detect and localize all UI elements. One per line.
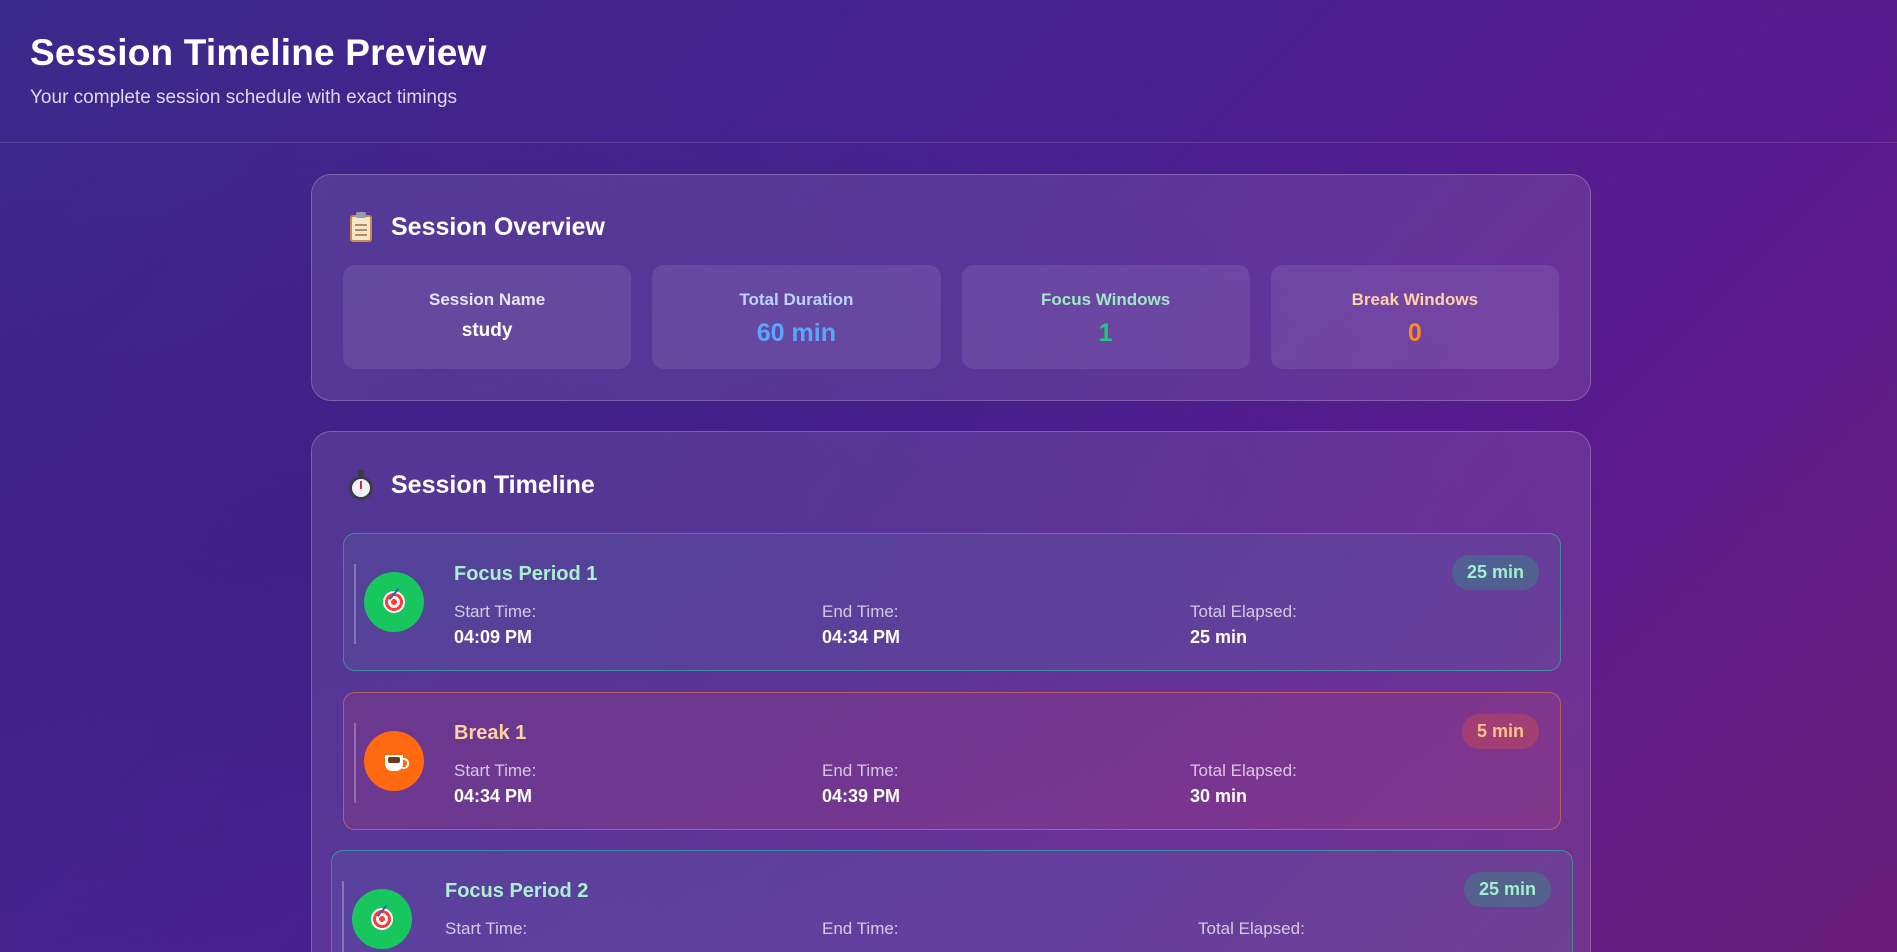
total-elapsed-value: 30 min bbox=[1190, 786, 1248, 806]
stat-focus-windows: Focus Windows 1 bbox=[961, 265, 1250, 369]
start-time-label: Start Time: bbox=[445, 919, 528, 938]
end-time-value: 04:34 PM bbox=[822, 627, 901, 647]
duration-badge: 5 min bbox=[1461, 714, 1539, 749]
stat-value: 0 bbox=[1407, 319, 1422, 347]
end-time: End Time: 04:39 PM bbox=[822, 760, 900, 808]
stat-value: 60 min bbox=[756, 319, 836, 347]
total-elapsed: Total Elapsed: bbox=[1198, 918, 1305, 943]
timeline-period-focus-2[interactable]: Focus Period 2 25 min Start Time: End Ti… bbox=[331, 850, 1573, 952]
period-title: Focus Period 1 bbox=[454, 563, 598, 585]
session-overview-title: Session Overview bbox=[391, 212, 606, 241]
stat-session-name: Session Name study bbox=[343, 265, 632, 369]
total-elapsed: Total Elapsed: 25 min bbox=[1190, 601, 1297, 649]
end-time-label: End Time: bbox=[822, 919, 899, 938]
duration-badge: 25 min bbox=[1451, 555, 1539, 590]
period-title: Focus Period 2 bbox=[445, 880, 589, 902]
period-rail bbox=[354, 723, 356, 803]
stat-break-windows: Break Windows 0 bbox=[1270, 265, 1559, 369]
coffee-icon bbox=[364, 731, 424, 791]
total-elapsed-value: 25 min bbox=[1190, 627, 1248, 647]
page-title: Session Timeline Preview bbox=[30, 32, 487, 73]
start-time-value: 04:34 PM bbox=[454, 786, 533, 806]
stat-label: Break Windows bbox=[1351, 290, 1479, 309]
end-time: End Time: bbox=[822, 918, 899, 943]
target-icon bbox=[352, 889, 412, 949]
total-elapsed-label: Total Elapsed: bbox=[1190, 602, 1297, 621]
period-rail bbox=[354, 564, 356, 644]
stat-total-duration: Total Duration 60 min bbox=[652, 265, 941, 369]
end-time-value: 04:39 PM bbox=[822, 786, 901, 806]
clipboard-icon bbox=[347, 212, 375, 242]
timeline-period-break-1[interactable]: Break 1 5 min Start Time: 04:34 PM End T… bbox=[343, 692, 1561, 830]
stat-label: Session Name bbox=[429, 290, 546, 309]
start-time-value: 04:09 PM bbox=[454, 627, 533, 647]
session-overview-heading: Session Overview bbox=[347, 210, 605, 244]
start-time-label: Start Time: bbox=[454, 761, 537, 780]
period-title: Break 1 bbox=[454, 722, 527, 744]
target-icon bbox=[364, 572, 424, 632]
stat-value: 1 bbox=[1098, 319, 1113, 347]
page-subtitle: Your complete session schedule with exac… bbox=[30, 87, 458, 108]
start-time-label: Start Time: bbox=[454, 602, 537, 621]
end-time: End Time: 04:34 PM bbox=[822, 601, 900, 649]
start-time: Start Time: bbox=[445, 918, 527, 943]
end-time-label: End Time: bbox=[822, 761, 899, 780]
end-time-label: End Time: bbox=[822, 602, 899, 621]
total-elapsed-label: Total Elapsed: bbox=[1198, 919, 1305, 938]
stat-label: Focus Windows bbox=[1041, 290, 1171, 309]
page-header: Session Timeline Preview Your complete s… bbox=[0, 0, 1897, 143]
total-elapsed: Total Elapsed: 30 min bbox=[1190, 760, 1297, 808]
stopwatch-icon bbox=[347, 470, 375, 500]
session-timeline-title: Session Timeline bbox=[391, 470, 595, 499]
period-rail bbox=[342, 881, 344, 952]
timeline-period-focus-1[interactable]: Focus Period 1 25 min Start Time: 04:09 … bbox=[343, 533, 1561, 671]
session-overview-card: Session Overview Session Name study Tota… bbox=[311, 174, 1591, 401]
start-time: Start Time: 04:34 PM bbox=[454, 760, 536, 808]
total-elapsed-label: Total Elapsed: bbox=[1190, 761, 1297, 780]
session-timeline-heading: Session Timeline bbox=[347, 468, 595, 502]
start-time: Start Time: 04:09 PM bbox=[454, 601, 536, 649]
session-timeline-card: Session Timeline Focus Period 1 25 min S… bbox=[311, 431, 1591, 952]
stat-label: Total Duration bbox=[739, 290, 854, 309]
overview-stats: Session Name study Total Duration 60 min… bbox=[343, 265, 1559, 369]
duration-badge: 25 min bbox=[1463, 872, 1551, 907]
stat-value: study bbox=[461, 320, 513, 341]
